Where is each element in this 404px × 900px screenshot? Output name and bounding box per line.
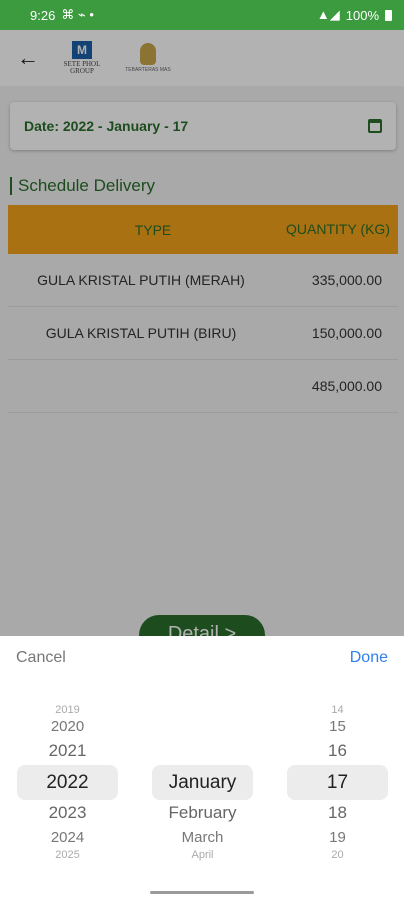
year-option[interactable]: 2023 <box>17 803 118 823</box>
month-option[interactable]: April <box>152 849 253 861</box>
picker-toolbar: Cancel Done <box>0 636 404 680</box>
month-wheel[interactable]: January February March April <box>152 696 253 866</box>
notification-icons: ⌘ ⌁ • <box>61 7 94 22</box>
day-option[interactable]: 20 <box>287 849 388 861</box>
day-wheel[interactable]: 14 15 16 17 18 19 20 <box>287 696 388 866</box>
year-option[interactable]: 2021 <box>17 741 118 761</box>
day-option[interactable]: 16 <box>287 741 388 761</box>
picker-wheels: 2019 2020 2021 2022 2023 2024 2025 Janua… <box>0 696 404 866</box>
done-button[interactable]: Done <box>350 649 388 667</box>
status-time: 9:26 <box>30 7 56 23</box>
day-option[interactable]: 15 <box>287 718 388 735</box>
year-option-selected[interactable]: 2022 <box>17 772 118 794</box>
day-option-selected[interactable]: 17 <box>287 772 388 794</box>
signal-icon: ▲◢ <box>316 7 340 22</box>
year-option[interactable]: 2019 <box>17 704 118 716</box>
day-option[interactable]: 18 <box>287 803 388 823</box>
month-option[interactable]: March <box>152 829 253 846</box>
month-option-selected[interactable]: January <box>152 772 253 794</box>
day-option[interactable]: 14 <box>287 704 388 716</box>
cancel-button[interactable]: Cancel <box>16 649 66 667</box>
modal-overlay[interactable] <box>0 30 404 636</box>
year-option[interactable]: 2024 <box>17 829 118 846</box>
home-indicator[interactable] <box>150 891 254 894</box>
date-picker-sheet: Cancel Done 2019 2020 2021 2022 2023 202… <box>0 636 404 900</box>
year-option[interactable]: 2020 <box>17 718 118 735</box>
month-option[interactable]: February <box>152 803 253 823</box>
status-bar: 9:26 ⌘ ⌁ • ▲◢ 100% <box>0 0 404 30</box>
year-option[interactable]: 2025 <box>17 849 118 861</box>
battery-level: 100% <box>345 7 379 23</box>
day-option[interactable]: 19 <box>287 829 388 846</box>
year-wheel[interactable]: 2019 2020 2021 2022 2023 2024 2025 <box>17 696 118 866</box>
battery-icon <box>385 9 392 21</box>
